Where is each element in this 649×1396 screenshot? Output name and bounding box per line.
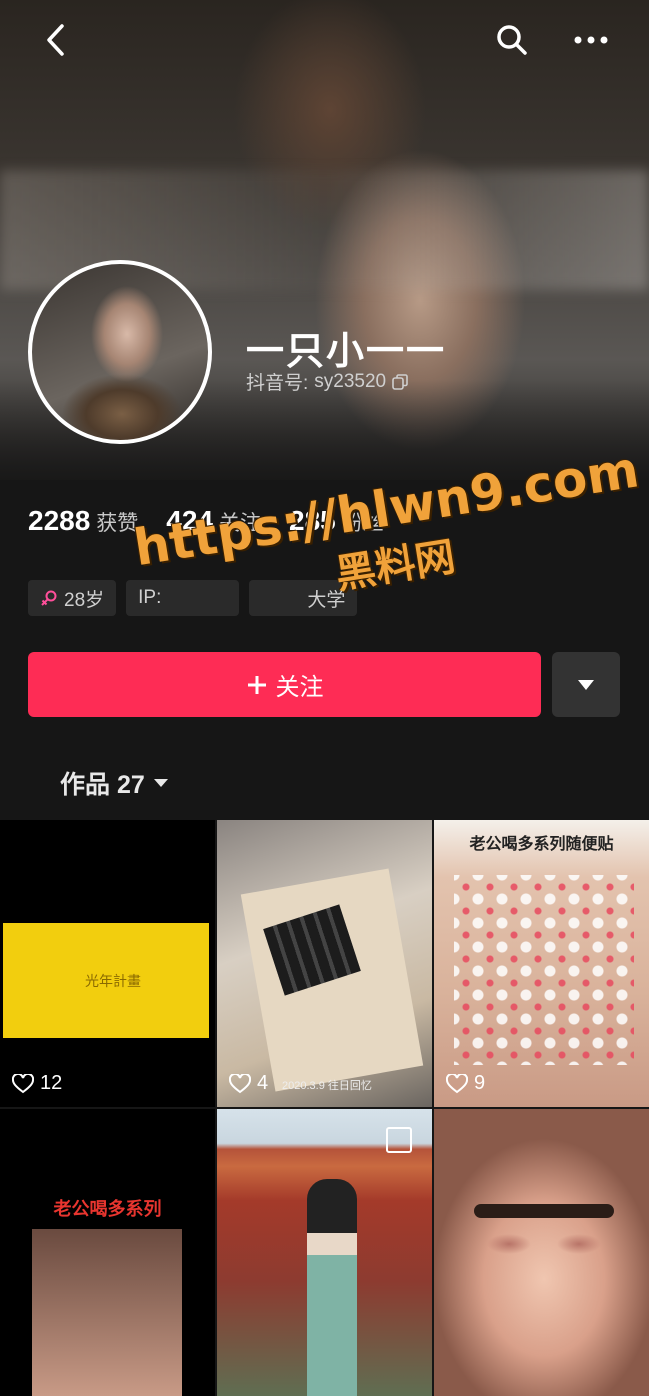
thumbnail-caption: 老公喝多系列随便贴 — [469, 836, 614, 853]
douyin-id-label: 抖音号: — [246, 373, 309, 394]
caret-down-icon — [578, 679, 594, 690]
like-count: 12 — [12, 1072, 62, 1095]
like-number: 12 — [40, 1072, 63, 1094]
heart-icon — [12, 1073, 34, 1093]
more-button[interactable] — [569, 18, 613, 62]
video-grid: 光年計畫 12 2020.3.9 往日回忆 4 老公喝多系列随便贴 9 老公喝多… — [0, 820, 649, 1396]
back-button[interactable] — [34, 18, 78, 62]
tag-text: 28岁 — [64, 589, 105, 611]
video-thumbnail[interactable] — [217, 1109, 432, 1396]
follow-label: 关注 — [275, 674, 324, 701]
plus-icon — [247, 675, 266, 694]
video-thumbnail[interactable]: 老公喝多系列随便贴 9 — [434, 820, 649, 1107]
search-icon — [497, 25, 527, 55]
thumbnail-image — [474, 1204, 614, 1218]
douyin-id: 抖音号: sy23520 — [246, 368, 408, 395]
thumbnail-caption: 老公喝多系列 — [53, 1199, 162, 1219]
thumbnail-image — [454, 875, 634, 1065]
nickname: 一只小一一 — [246, 331, 447, 373]
thumbnail-caption: 光年計畫 — [85, 974, 141, 990]
chevron-left-icon — [47, 24, 64, 56]
heart-icon — [446, 1073, 468, 1093]
multi-image-icon — [386, 1127, 412, 1153]
recommend-dropdown-button[interactable] — [552, 652, 620, 717]
thumbnail-image — [307, 1179, 357, 1396]
search-button[interactable] — [490, 18, 534, 62]
heart-icon — [229, 1073, 251, 1093]
like-count: 9 — [446, 1072, 485, 1095]
video-thumbnail[interactable]: 老公喝多系列 — [0, 1109, 215, 1396]
copy-icon[interactable] — [392, 373, 408, 390]
caret-down-icon — [153, 779, 168, 787]
stat-likes[interactable]: 2288 获赞 — [28, 505, 138, 537]
avatar[interactable] — [28, 260, 212, 444]
follow-button[interactable]: 关注 — [28, 652, 541, 717]
like-count: 4 — [229, 1072, 268, 1095]
video-thumbnail[interactable]: 2020.3.9 往日回忆 4 — [217, 820, 432, 1107]
like-number: 9 — [474, 1072, 486, 1094]
stat-number: 2288 — [28, 505, 91, 536]
female-icon — [41, 590, 57, 606]
thumbnail-image: 光年計畫 — [3, 923, 209, 1038]
thumbnail-caption: 2020.3.9 往日回忆 — [282, 1080, 372, 1092]
video-thumbnail[interactable] — [434, 1109, 649, 1396]
thumbnail-image — [32, 1229, 182, 1396]
like-number: 4 — [257, 1072, 269, 1094]
video-thumbnail[interactable]: 光年計畫 12 — [0, 820, 215, 1107]
more-dots-icon — [574, 36, 608, 44]
tab-works-label: 作品 27 — [60, 771, 145, 799]
tab-works[interactable]: 作品 27 — [60, 765, 169, 801]
douyin-id-value: sy23520 — [314, 370, 387, 392]
thumbnail-detail — [484, 1229, 604, 1259]
tag-age: 28岁 — [28, 580, 117, 616]
